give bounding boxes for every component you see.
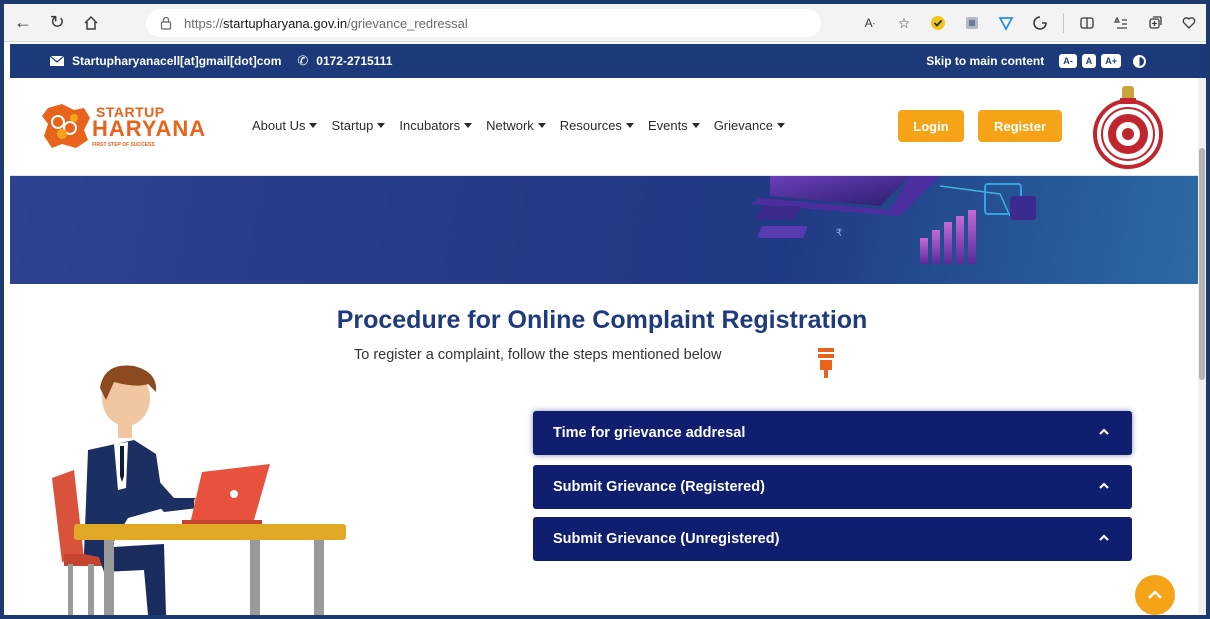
accessibility-controls: Skip to main content A- A A+ [926, 44, 1146, 78]
nav-incubators[interactable]: Incubators [399, 118, 473, 133]
address-bar[interactable]: https://startupharyana.gov.in/grievance_… [146, 9, 821, 37]
nav-about-us[interactable]: About Us [252, 118, 318, 133]
haryana-map-icon [42, 104, 90, 148]
scrollbar-thumb[interactable] [1199, 148, 1205, 380]
extension-check-icon[interactable] [921, 8, 955, 38]
caret-down-icon [625, 123, 634, 128]
nav-label: About Us [252, 118, 306, 133]
accordion-submit-unregistered[interactable]: Submit Grievance (Unregistered) [533, 517, 1132, 561]
accordion-label: Submit Grievance (Unregistered) [553, 531, 780, 547]
logo-tagline: FIRST STEP OF SUCCESS [92, 142, 155, 148]
hero-banner: ₹ [10, 176, 1198, 284]
skip-to-main-link[interactable]: Skip to main content [926, 54, 1044, 68]
page-scrollbar[interactable] [1198, 78, 1206, 615]
home-icon[interactable] [76, 8, 106, 38]
nav-label: Resources [559, 118, 622, 133]
caret-down-icon [377, 123, 386, 128]
banner-illustration: ₹ [750, 176, 1036, 264]
nav-label: Events [647, 118, 688, 133]
caret-down-icon [537, 123, 546, 128]
site-header: STARTUP HARYANA FIRST STEP OF SUCCESS Ab… [10, 78, 1198, 176]
page-subtitle: To register a complaint, follow the step… [354, 347, 722, 363]
back-icon[interactable]: ← [8, 8, 38, 38]
contact-phone[interactable]: 0172-2715111 [316, 54, 392, 68]
nav-resources[interactable]: Resources [560, 118, 634, 133]
extension-puzzle-icon[interactable] [1023, 8, 1057, 38]
nav-label: Grievance [713, 118, 773, 133]
startup-haryana-logo[interactable]: STARTUP HARYANA FIRST STEP OF SUCCESS [40, 100, 220, 152]
chevron-up-icon [1099, 534, 1109, 541]
font-increase-button[interactable]: A+ [1101, 54, 1121, 68]
nav-label: Startup [331, 118, 374, 133]
back-to-top-button[interactable] [1135, 575, 1175, 615]
login-button[interactable]: Login [898, 110, 964, 142]
accordion-time-for-grievance[interactable]: Time for grievance addresal [533, 411, 1132, 455]
read-aloud-icon[interactable]: A ‑ [853, 8, 887, 38]
accordion-label: Submit Grievance (Registered) [553, 479, 765, 495]
nav-startup[interactable]: Startup [331, 118, 386, 133]
url-path: /grievance_redressal [347, 15, 468, 31]
main-navigation: About Us Startup Incubators Network Reso… [252, 118, 799, 133]
caret-down-icon [464, 123, 473, 128]
chevron-up-icon [1099, 482, 1109, 489]
scrollbar-top-arrow[interactable] [1198, 44, 1206, 78]
url-scheme: https:// [184, 15, 224, 31]
chevron-up-icon [1099, 428, 1109, 435]
font-decrease-button[interactable]: A- [1059, 54, 1077, 68]
nav-label: Incubators [399, 118, 461, 133]
contact-email[interactable]: Startupharyanacell[at]gmail[dot]com [72, 54, 281, 68]
svg-text:₹: ₹ [836, 228, 842, 239]
favorite-star-icon[interactable]: ☆ [887, 8, 921, 38]
contrast-toggle-icon[interactable] [1133, 54, 1146, 68]
person-at-laptop-illustration [44, 358, 354, 615]
page-title: Procedure for Online Complaint Registrat… [336, 306, 868, 334]
font-normal-button[interactable]: A [1081, 54, 1097, 68]
browser-window: ← ↻ https://startupharyana.gov.in/grieva… [4, 4, 1206, 615]
split-screen-icon[interactable] [1070, 8, 1104, 38]
mail-icon [50, 56, 64, 66]
browser-extension-icons: A ‑ ☆ [853, 4, 1206, 42]
favorites-list-icon[interactable] [1104, 8, 1138, 38]
haryana-emblem-icon [1090, 84, 1166, 170]
nav-grievance[interactable]: Grievance [714, 118, 785, 133]
lock-icon [160, 16, 172, 30]
url-host: startupharyana.gov.in [223, 15, 348, 31]
nav-events[interactable]: Events [648, 118, 700, 133]
toolbar-divider [1063, 13, 1064, 33]
nav-network[interactable]: Network [486, 118, 546, 133]
logo-haryana-text: HARYANA [92, 116, 207, 141]
refresh-icon[interactable]: ↻ [42, 8, 72, 38]
extension-shield-icon[interactable] [989, 8, 1023, 38]
caret-down-icon [691, 123, 700, 128]
browser-toolbar: ← ↻ https://startupharyana.gov.in/grieva… [4, 4, 1206, 42]
collections-icon[interactable] [1138, 8, 1172, 38]
extension-box-icon[interactable] [955, 8, 989, 38]
profile-heart-icon[interactable] [1172, 8, 1206, 38]
caret-down-icon [776, 123, 785, 128]
phone-icon: ✆ [297, 53, 309, 68]
pointing-hand-icon [816, 348, 836, 380]
chevron-up-icon [1148, 590, 1162, 599]
register-button[interactable]: Register [978, 110, 1062, 142]
caret-down-icon [309, 123, 318, 128]
utility-bar: Startupharyanacell[at]gmail[dot]com ✆ 01… [10, 44, 1198, 78]
accordion-label: Time for grievance addresal [553, 425, 746, 441]
nav-label: Network [486, 118, 534, 133]
accordion-submit-registered[interactable]: Submit Grievance (Registered) [533, 465, 1132, 509]
